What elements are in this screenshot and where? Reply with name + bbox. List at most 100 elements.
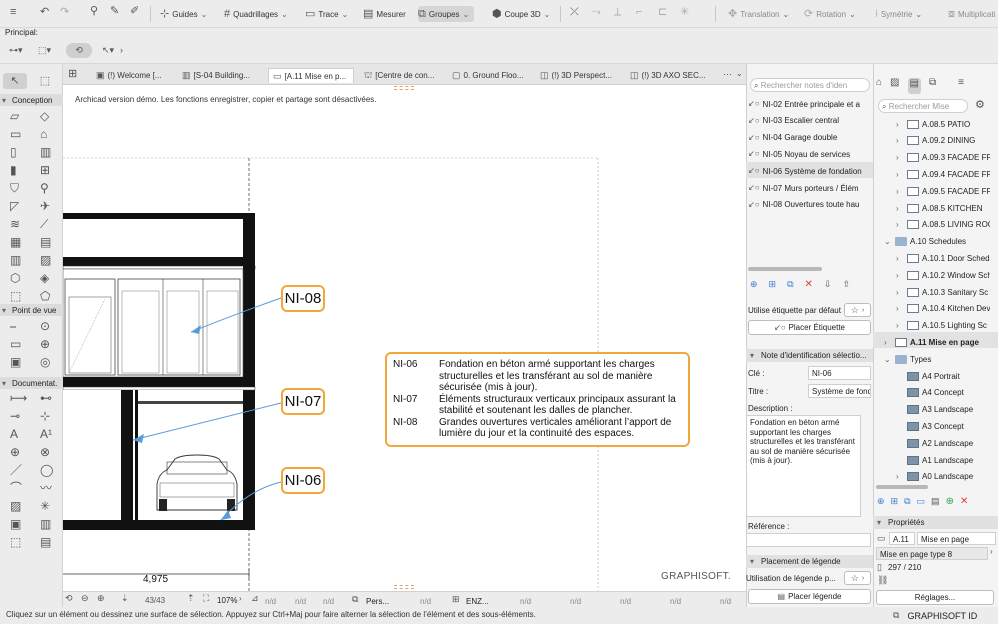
hamburger-icon[interactable]: ≡ [10, 7, 16, 18]
chevron-down-icon[interactable]: ⌄ [884, 237, 892, 246]
import-icon[interactable]: ⇩ [824, 280, 832, 294]
column-tool-icon[interactable]: ⬚ [10, 290, 21, 302]
selected-note-header[interactable]: ▾ Note d'identification sélectio... [746, 349, 873, 362]
back-icon[interactable]: ⟲ [65, 594, 73, 603]
lamp-tool-icon[interactable]: ⚲ [40, 182, 49, 194]
navigator-item[interactable]: › A.08.5 PATIO [876, 116, 990, 132]
new-master-icon[interactable]: ⧉ [904, 497, 910, 511]
navigator-item[interactable]: A2 Landscape [876, 435, 990, 451]
navigator-item[interactable]: A3 Concept [876, 418, 990, 434]
export-icon[interactable]: ⇧ [842, 280, 850, 294]
dimension-tool-icon[interactable]: ⬚ [10, 536, 21, 548]
wall-tool-icon[interactable]: ▱ [10, 110, 19, 122]
arrow-pointer-icon[interactable]: ↖▾ [102, 46, 114, 55]
dimension-tool-icon[interactable]: ⟼ [10, 392, 27, 404]
fill-tool-icon[interactable]: ⊕ [10, 446, 20, 458]
navigator-scrollbar[interactable] [876, 485, 928, 489]
duplicate-icon[interactable]: ⧉ [787, 280, 793, 294]
slab-tool-icon[interactable]: ⬡ [10, 272, 20, 284]
page-prev-icon[interactable]: ⇣ [121, 594, 129, 603]
groupes-button[interactable]: ⧉ Groupes ⌄ [418, 6, 474, 22]
chevron-right-icon[interactable]: › [896, 136, 904, 145]
stair-tool-icon[interactable]: ▥ [40, 146, 51, 158]
line-tool-icon[interactable]: ／ [10, 464, 22, 476]
tab-3d-axo[interactable]: ◫ (!) 3D AXO SEC... [626, 68, 718, 83]
redo-icon[interactable]: ↷ [60, 7, 69, 18]
grid-tool-icon[interactable]: ⊗ [40, 446, 50, 458]
view-map-icon[interactable]: ▨ [890, 78, 899, 94]
text-tool-icon[interactable]: A [10, 428, 18, 440]
page-next-icon[interactable]: ⇡ [187, 594, 195, 603]
camera-tool-icon[interactable]: ◎ [40, 356, 50, 368]
guides-button[interactable]: ⊹ Guides ⌄ [160, 6, 209, 22]
new-layout-icon[interactable]: ⊕ [877, 497, 885, 511]
note-item[interactable]: ↙○ NI-07 Murs porteurs / Élém [748, 180, 872, 196]
chevron-right-icon[interactable]: › [896, 271, 904, 280]
trace-button[interactable]: ▭ Trace ⌄ [305, 6, 350, 22]
navigator-item[interactable]: › A.09.2 DINING [876, 133, 990, 149]
level-dim-tool-icon[interactable]: ▤ [40, 536, 51, 548]
worksheet-tool-icon[interactable]: ⊕ [40, 338, 50, 350]
menu-icon[interactable]: ≡ [958, 78, 964, 94]
chevron-right-icon[interactable]: › [896, 187, 904, 196]
figure-tool-icon[interactable]: ▣ [10, 518, 21, 530]
chevron-right-icon[interactable]: › [896, 304, 904, 313]
chevron-right-icon[interactable]: › [896, 170, 904, 179]
enz-select[interactable]: ENZ... [466, 597, 489, 606]
graphisoft-id[interactable]: GRAPHISOFT ID [907, 611, 977, 621]
note-item[interactable]: ↙○ NI-02 Entrée principale et a [748, 96, 872, 112]
na-3[interactable]: n/d [323, 597, 334, 606]
navigator-item[interactable]: › A.08.5 KITCHEN [876, 200, 990, 216]
prop-name-field[interactable]: Mise en page [917, 532, 996, 545]
chevron-down-icon[interactable]: ⌄ [884, 355, 892, 364]
na-2[interactable]: n/d [295, 597, 306, 606]
level-dim-tool-icon[interactable]: ⊷ [40, 392, 52, 404]
translation-button[interactable]: ✥ Translation ⌄ [728, 6, 791, 22]
delete-icon[interactable]: ✕ [960, 497, 968, 511]
publisher-icon[interactable]: ⧉ [929, 78, 936, 94]
stair-tool-icon[interactable]: ⬠ [40, 290, 50, 302]
gear-icon[interactable]: ⚙ [975, 100, 985, 111]
titre-field[interactable]: Système de fond [808, 384, 871, 398]
offset-icon[interactable]: ⊏ [658, 7, 667, 18]
navigator-item[interactable]: › A.09.4 FACADE FR [876, 166, 990, 182]
na-8[interactable]: n/d [670, 597, 681, 606]
tab-ground-floor[interactable]: ▢ 0. Ground Floo... [448, 68, 530, 83]
navigator-item[interactable]: › A.09.3 FACADE FR [876, 150, 990, 166]
door-tool-icon[interactable]: ▮ [10, 164, 17, 176]
place-legend-button[interactable]: ▤ Placer légende [748, 589, 871, 604]
reference-field[interactable] [746, 533, 871, 547]
elevation-tool-icon[interactable]: ⊙ [40, 320, 50, 332]
na-6[interactable]: n/d [570, 597, 581, 606]
wall-tool-icon[interactable]: ▥ [10, 254, 21, 266]
beam-tool-icon[interactable]: ▨ [40, 254, 51, 266]
lock-icon[interactable]: ⊞ [452, 595, 460, 604]
window-tool-icon[interactable]: ⊞ [40, 164, 50, 176]
angle-icon[interactable]: ⊿ [251, 594, 259, 603]
tab-a11-mise-en-page[interactable]: ▭ [A.11 Mise en p... [268, 68, 354, 83]
navigator-item[interactable]: ⌄ Types [876, 351, 990, 367]
legend-style-button[interactable]: ☆ › [844, 571, 871, 585]
tag-style-button[interactable]: ☆ › [844, 303, 871, 317]
slab-tool-icon[interactable]: ▭ [10, 128, 21, 140]
note-item[interactable]: ↙○ NI-05 Noyau de services [748, 146, 872, 162]
radial-dim-tool-icon[interactable]: ⊸ [10, 410, 20, 422]
na-4[interactable]: n/d [420, 597, 431, 606]
rotation-button[interactable]: ⟳ Rotation ⌄ [804, 6, 857, 22]
navigator-item[interactable]: A4 Concept [876, 385, 990, 401]
note-item[interactable]: ↙○ NI-04 Garage double [748, 130, 872, 146]
layers-icon[interactable]: ⧉ [352, 595, 358, 604]
undo-icon[interactable]: ↶ [40, 7, 49, 18]
curtain-wall-tool-icon[interactable]: ▦ [10, 236, 21, 248]
section-point-de-vue[interactable]: ▾ Point de vue [0, 304, 63, 316]
hotspot-tool-icon[interactable]: ✳ [40, 500, 50, 512]
perspective-select[interactable]: Pers... [366, 597, 389, 606]
tab-centre-de-controle[interactable]: ⛫ [Centre de con... [360, 68, 442, 83]
tab-3d-perspective[interactable]: ◫ (!) 3D Perspect... [536, 68, 620, 83]
angle-dim-tool-icon[interactable]: ⊹ [40, 410, 50, 422]
navigator-item[interactable]: › A0 Landscape [876, 469, 990, 485]
na-1[interactable]: n/d [265, 597, 276, 606]
tag-ni-08[interactable]: NI-08 [281, 285, 325, 312]
chevron-right-icon[interactable]: › [884, 338, 892, 347]
hatch-tool-icon[interactable]: ▨ [10, 500, 21, 512]
